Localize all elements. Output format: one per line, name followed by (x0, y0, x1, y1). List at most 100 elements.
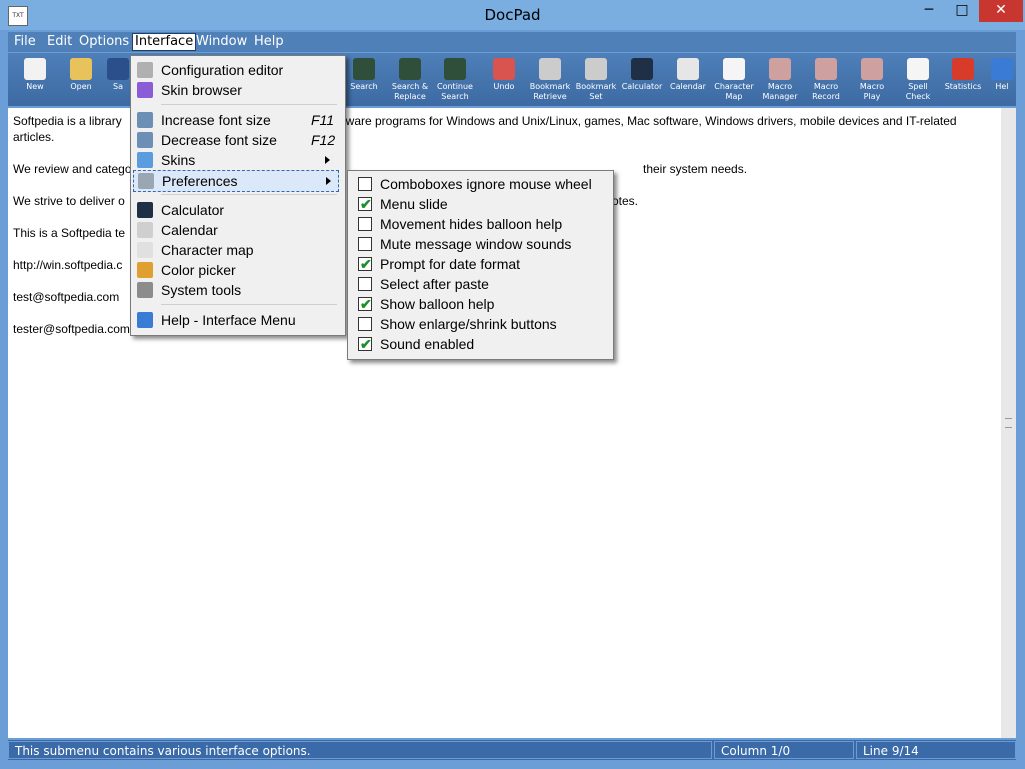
toolbar-button-spell-check[interactable]: Spell Check (896, 55, 940, 103)
menu-help[interactable]: Help (252, 34, 286, 50)
toolbar-button-calculator[interactable]: Calculator (620, 55, 664, 103)
preference-label: Comboboxes ignore mouse wheel (380, 176, 592, 192)
new-file-icon (24, 58, 46, 80)
status-line: Line 9/14 (856, 741, 1016, 759)
menu-options[interactable]: Options (77, 34, 131, 50)
toolbar-button-macro-play[interactable]: Macro Play (850, 55, 894, 103)
interface-menu-item-calculator[interactable]: Calculator (133, 200, 341, 220)
checkmark-icon: ✔ (360, 196, 372, 212)
toolbar-button-sa[interactable]: Sa (106, 55, 130, 103)
toolbar-button-character-map[interactable]: Character Map (712, 55, 756, 103)
preference-item-movement-hides-balloon-help[interactable]: Movement hides balloon help (350, 214, 608, 234)
preference-item-comboboxes-ignore-mouse-wheel[interactable]: Comboboxes ignore mouse wheel (350, 174, 608, 194)
toolbar-button-undo[interactable]: Undo (482, 55, 526, 103)
toolbar-button-continue-search[interactable]: Continue Search (433, 55, 477, 103)
gear-icon (138, 173, 154, 189)
doc-text: otes. (612, 194, 639, 208)
toolbar-button-macro-record[interactable]: Macro Record (804, 55, 848, 103)
interface-menu-item-preferences[interactable]: Preferences (133, 170, 339, 192)
preference-item-menu-slide[interactable]: ✔ Menu slide (350, 194, 608, 214)
interface-menu-item-configuration-editor[interactable]: Configuration editor (133, 60, 341, 80)
toolbar-button-calendar[interactable]: Calendar (666, 55, 710, 103)
toolbar-label: Check (905, 92, 931, 101)
checkbox[interactable] (358, 317, 372, 331)
save-icon (107, 58, 129, 80)
toolbar-button-bookmark-set[interactable]: Bookmark Set (574, 55, 618, 103)
toolbar-button-new[interactable]: New (13, 55, 57, 103)
interface-menu-item-decrease-font-size[interactable]: Decrease font size F12 (133, 130, 341, 150)
toolbar-label: Calendar (670, 82, 706, 91)
toolbar-button-search-replace[interactable]: Search & Replace (388, 55, 432, 103)
title-bar[interactable]: TXT DocPad ─ □ ✕ (0, 0, 1025, 30)
submenu-arrow-icon (325, 156, 330, 164)
toolbar-label: Statistics (944, 82, 982, 91)
checkbox[interactable] (358, 237, 372, 251)
menu-separator (161, 104, 337, 105)
checkbox[interactable]: ✔ (358, 196, 372, 212)
checkbox[interactable]: ✔ (358, 256, 372, 272)
interface-menu-item-character-map[interactable]: Character map (133, 240, 341, 260)
preference-item-show-balloon-help[interactable]: ✔ Show balloon help (350, 294, 608, 314)
menu-interface[interactable]: Interface (132, 33, 197, 51)
toolbar-label: Search & (391, 82, 429, 91)
maximize-button[interactable]: □ (946, 0, 978, 22)
checkbox[interactable] (358, 277, 372, 291)
checkbox[interactable] (358, 177, 372, 191)
toolbar-label: Search (441, 92, 469, 101)
menu-edit[interactable]: Edit (45, 34, 74, 50)
toolbar-label: Open (70, 82, 92, 91)
checkbox[interactable] (358, 217, 372, 231)
interface-menu-item-help-interface-menu[interactable]: Help - Interface Menu (133, 310, 341, 330)
toolbar-label: Character (714, 82, 754, 91)
eraser-icon (493, 58, 515, 80)
bookmark-set-icon (585, 58, 607, 80)
interface-menu-item-skins[interactable]: Skins (133, 150, 341, 170)
toolbar-label: Retrieve (533, 92, 567, 101)
toolbar-button-hel[interactable]: Hel (988, 55, 1016, 103)
calendar-icon (677, 58, 699, 80)
menu-item-label: Character map (161, 242, 254, 258)
menu-window[interactable]: Window (194, 34, 249, 50)
checkbox[interactable]: ✔ (358, 296, 372, 312)
menu-bar: File Edit Options Interface Window Help (8, 32, 1016, 52)
zoom-in-icon (137, 112, 153, 128)
checkmark-icon: ✔ (360, 256, 372, 272)
preference-item-prompt-for-date-format[interactable]: ✔ Prompt for date format (350, 254, 608, 274)
macro-manager-icon (769, 58, 791, 80)
menu-item-label: Skin browser (161, 82, 242, 98)
toolbar-button-search[interactable]: Search (342, 55, 386, 103)
preference-item-show-enlarge-shrink-buttons[interactable]: Show enlarge/shrink buttons (350, 314, 608, 334)
status-column: Column 1/0 (714, 741, 854, 759)
scroll-grip-icon[interactable] (1005, 418, 1012, 428)
interface-menu-item-system-tools[interactable]: System tools (133, 280, 341, 300)
doc-text: This is a Softpedia te (13, 226, 126, 240)
doc-text: We strive to deliver o (13, 194, 125, 208)
toolbar-button-statistics[interactable]: Statistics (941, 55, 985, 103)
preference-item-select-after-paste[interactable]: Select after paste (350, 274, 608, 294)
toolbar-label: Search (350, 82, 378, 91)
minimize-button[interactable]: ─ (913, 0, 945, 22)
tools-icon (137, 282, 153, 298)
interface-menu-item-color-picker[interactable]: Color picker (133, 260, 341, 280)
toolbar-label: Sa (113, 82, 123, 91)
preference-label: Sound enabled (380, 336, 475, 352)
toolbar-label: Bookmark (529, 82, 571, 91)
toolbar-button-bookmark-retrieve[interactable]: Bookmark Retrieve (528, 55, 572, 103)
toolbar-button-macro-manager[interactable]: Macro Manager (758, 55, 802, 103)
preference-label: Select after paste (380, 276, 489, 292)
preference-item-sound-enabled[interactable]: ✔ Sound enabled (350, 334, 608, 354)
toolbar-label: Replace (394, 92, 426, 101)
interface-menu-item-calendar[interactable]: Calendar (133, 220, 341, 240)
checkbox[interactable]: ✔ (358, 336, 372, 352)
vertical-scrollbar[interactable] (1001, 108, 1016, 738)
preference-item-mute-message-window-sounds[interactable]: Mute message window sounds (350, 234, 608, 254)
spell-check-icon (907, 58, 929, 80)
status-bar: This submenu contains various interface … (8, 740, 1016, 760)
binoculars-replace-icon (399, 58, 421, 80)
interface-menu-item-increase-font-size[interactable]: Increase font size F11 (133, 110, 341, 130)
close-button[interactable]: ✕ (979, 0, 1023, 22)
toolbar-button-open[interactable]: Open (59, 55, 103, 103)
menu-file[interactable]: File (12, 34, 38, 50)
interface-menu-item-skin-browser[interactable]: Skin browser (133, 80, 341, 100)
menu-item-label: Help - Interface Menu (161, 312, 296, 328)
